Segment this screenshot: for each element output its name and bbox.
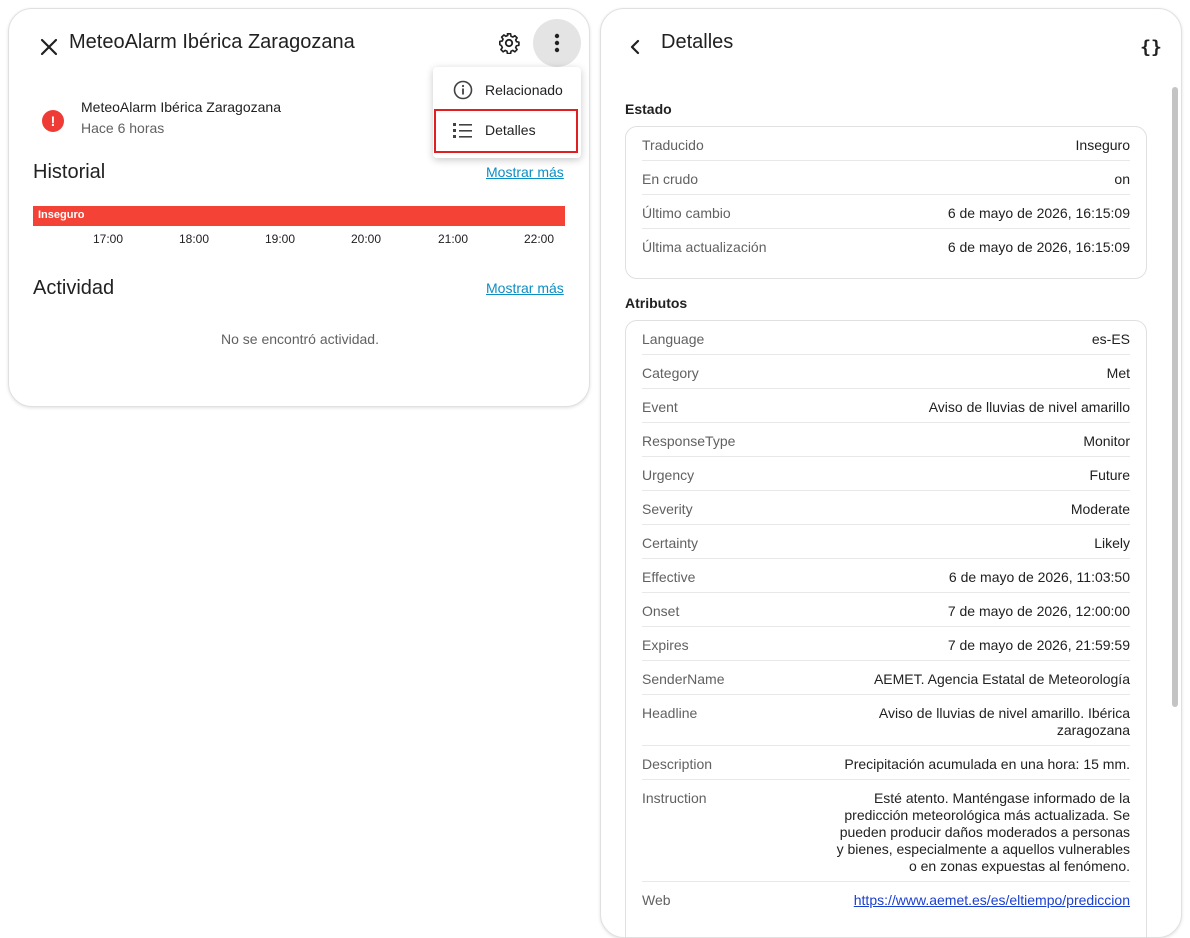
timeline-state-label: Inseguro [38, 209, 85, 221]
row-value: Inseguro [1075, 137, 1130, 153]
timeline-tick: 21:00 [438, 232, 469, 246]
row-key: Description [642, 756, 713, 772]
row-value: Aviso de lluvias de nivel amarillo. Ibér… [878, 705, 1130, 738]
history-timeline-bar[interactable]: Inseguro [33, 206, 565, 226]
more-options-button[interactable] [533, 19, 581, 67]
row-key: Onset [642, 603, 680, 619]
dialog-title: MeteoAlarm Ibérica Zaragozana [69, 31, 355, 53]
timeline-tick: 17:00 [93, 232, 124, 246]
back-button[interactable] [615, 27, 655, 67]
row-value: 7 de mayo de 2026, 12:00:00 [947, 603, 1130, 619]
timeline-tick: 20:00 [351, 232, 382, 246]
braces-icon: {} [1140, 36, 1162, 58]
row-key: Instruction [642, 790, 707, 806]
row-key: Severity [642, 501, 693, 517]
entity-name: MeteoAlarm Ibérica Zaragozana [81, 99, 281, 115]
state-section-label: Estado [625, 101, 672, 117]
row-value: Future [1089, 467, 1130, 483]
state-row: Último cambio 6 de mayo de 2026, 16:15:0… [642, 195, 1130, 229]
attributes-table: Language es-ES Category Met Event Aviso … [625, 320, 1147, 937]
gear-icon [499, 33, 520, 54]
attribute-row: Description Precipitación acumulada en u… [642, 746, 1130, 780]
info-icon [452, 79, 474, 101]
row-key: Event [642, 399, 678, 415]
attribute-row: Language es-ES [642, 321, 1130, 355]
row-key: Última actualización [642, 239, 767, 255]
settings-button[interactable] [489, 23, 529, 63]
row-value: Monitor [1083, 433, 1130, 449]
scrollbar[interactable] [1172, 87, 1178, 707]
row-value: 6 de mayo de 2026, 16:15:09 [947, 205, 1130, 221]
state-table: Traducido Inseguro En crudo on Último ca… [625, 126, 1147, 279]
state-row: Última actualización 6 de mayo de 2026, … [642, 229, 1130, 263]
activity-show-more-link[interactable]: Mostrar más [486, 280, 564, 296]
close-icon [40, 38, 58, 56]
attribute-row: Effective 6 de mayo de 2026, 11:03:50 [642, 559, 1130, 593]
history-title: Historial [33, 161, 106, 183]
attribute-row: Category Met [642, 355, 1130, 389]
row-value: 7 de mayo de 2026, 21:59:59 [947, 637, 1130, 653]
web-link[interactable]: https://www.aemet.es/es/eltiempo/predicc… [854, 892, 1130, 909]
alert-icon: ! [42, 110, 64, 132]
attribute-row: Severity Moderate [642, 491, 1130, 525]
history-show-more-link[interactable]: Mostrar más [486, 164, 564, 180]
no-activity-text: No se encontró actividad. [221, 331, 379, 347]
details-highlight-box [434, 109, 578, 153]
details-panel: Detalles {} Estado Traducido Inseguro En… [600, 8, 1182, 938]
attribute-row: Certainty Likely [642, 525, 1130, 559]
row-key: Expires [642, 637, 689, 653]
attribute-row: ResponseType Monitor [642, 423, 1130, 457]
attributes-section-label: Atributos [625, 295, 688, 311]
row-value: Likely [1094, 535, 1130, 551]
activity-title: Actividad [33, 277, 115, 299]
row-key: Último cambio [642, 205, 731, 221]
attribute-row: Instruction Esté atento. Manténgase info… [642, 780, 1130, 882]
attribute-row: Event Aviso de lluvias de nivel amarillo [642, 389, 1130, 423]
state-row: Traducido Inseguro [642, 127, 1130, 161]
row-value: on [1114, 171, 1130, 187]
row-value: 6 de mayo de 2026, 16:15:09 [947, 239, 1130, 255]
row-value: es-ES [1091, 331, 1130, 347]
row-key: Web [642, 892, 671, 908]
chevron-left-icon [630, 39, 640, 55]
timeline-tick: 19:00 [265, 232, 296, 246]
menu-item-related[interactable]: Relacionado [433, 70, 581, 110]
state-row: En crudo on [642, 161, 1130, 195]
attribute-row: Onset 7 de mayo de 2026, 12:00:00 [642, 593, 1130, 627]
attribute-row: Expires 7 de mayo de 2026, 21:59:59 [642, 627, 1130, 661]
row-key: Language [642, 331, 705, 347]
row-key: Category [642, 365, 699, 381]
timeline-tick: 18:00 [179, 232, 210, 246]
row-key: ResponseType [642, 433, 736, 449]
more-vertical-icon [554, 33, 560, 53]
row-key: Headline [642, 705, 698, 721]
row-value: Esté atento. Manténgase informado de la … [836, 790, 1130, 874]
row-value: Moderate [1070, 501, 1130, 517]
entity-last-changed: Hace 6 horas [81, 120, 165, 136]
row-value: Precipitación acumulada en una hora: 15 … [844, 756, 1130, 772]
row-value: 6 de mayo de 2026, 11:03:50 [948, 569, 1130, 585]
attribute-row: Headline Aviso de lluvias de nivel amari… [642, 695, 1130, 746]
attribute-row: Web https://www.aemet.es/es/eltiempo/pre… [642, 882, 1130, 916]
row-key: En crudo [642, 171, 699, 187]
row-key: SenderName [642, 671, 725, 687]
row-key: Traducido [642, 137, 704, 153]
details-title: Detalles [661, 31, 734, 53]
row-key: Certainty [642, 535, 699, 551]
row-value: AEMET. Agencia Estatal de Meteorología [873, 671, 1130, 687]
row-value: Aviso de lluvias de nivel amarillo [928, 399, 1130, 415]
row-value: Met [1106, 365, 1130, 381]
menu-item-label: Relacionado [485, 82, 563, 98]
row-key: Urgency [642, 467, 695, 483]
close-button[interactable] [29, 27, 69, 67]
timeline-tick: 22:00 [524, 232, 555, 246]
json-view-button[interactable]: {} [1131, 27, 1171, 67]
attribute-row: Urgency Future [642, 457, 1130, 491]
attribute-row: SenderName AEMET. Agencia Estatal de Met… [642, 661, 1130, 695]
row-key: Effective [642, 569, 696, 585]
